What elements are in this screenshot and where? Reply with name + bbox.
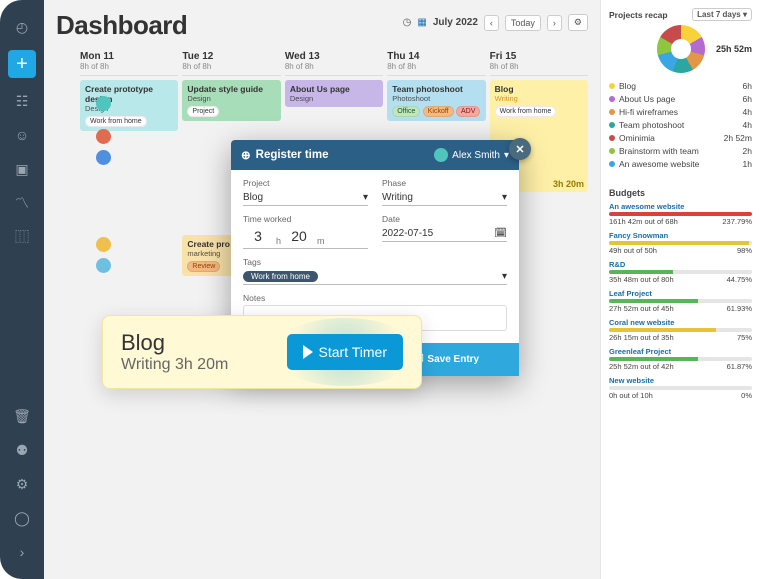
notes-label: Notes (243, 293, 507, 303)
phase-label: Phase (382, 178, 507, 188)
legend-item[interactable]: Team photoshoot4h (609, 118, 752, 131)
recap-title: Projects recap (609, 10, 668, 20)
avatar (434, 148, 448, 162)
budget-item[interactable]: Leaf Project27h 52m out of 45h61.93% (609, 289, 752, 313)
chip: Work from home (495, 106, 557, 117)
month-label: July (433, 17, 453, 28)
calendar-icon[interactable]: ◷ (403, 17, 412, 28)
legend-item[interactable]: An awesome website1h (609, 157, 752, 170)
avatar-dot[interactable] (96, 258, 111, 273)
task-card[interactable]: Create prototype designDesignWork from h… (80, 80, 178, 131)
avatar-dot[interactable] (96, 150, 111, 165)
chevron-down-icon: ▾ (502, 271, 507, 282)
chip: ADV (456, 106, 480, 117)
task-card[interactable]: Team photoshootPhotoshoot Office Kickoff… (387, 80, 485, 121)
project-select[interactable]: Blog▾ (243, 190, 368, 206)
budget-item[interactable]: An awesome website161h 42m out of 68h237… (609, 202, 752, 226)
legend-item[interactable]: Brainstorm with team2h (609, 144, 752, 157)
report-icon[interactable]: ⿲ (9, 224, 35, 250)
chevron-right-icon[interactable]: › (9, 539, 35, 565)
day-header-wed: Wed 138h of 8h (285, 49, 383, 76)
project-label: Project (243, 178, 368, 188)
settings-gear-icon[interactable]: ⚙ (568, 14, 588, 31)
row-avatars (96, 96, 111, 273)
user-name: Alex Smith (452, 150, 500, 161)
budget-item[interactable]: Fancy Snowman49h out of 50h98% (609, 231, 752, 255)
budget-item[interactable]: Greenleaf Project25h 52m out of 42h61.87… (609, 347, 752, 371)
legend-item[interactable]: Ominimia2h 52m (609, 131, 752, 144)
clock-icon[interactable]: ◴ (9, 14, 35, 40)
day-header-thu: Thu 148h of 8h (387, 49, 485, 76)
day-header-mon: Mon 118h of 8h (80, 49, 178, 76)
legend: Blog6hAbout Us page6hHi-fi wireframes4hT… (609, 79, 752, 170)
range-select[interactable]: Last 7 days ▾ (692, 8, 752, 21)
duration-label: 3h 20m (553, 179, 584, 189)
time-worked-label: Time worked (243, 214, 368, 224)
timer-banner: Blog Writing 3h 20m Start Timer (102, 315, 422, 389)
avatar-dot[interactable] (96, 237, 111, 252)
task-card[interactable]: Update style guideDesignProject (182, 80, 280, 121)
start-timer-button[interactable]: Start Timer (287, 334, 403, 370)
basket-icon[interactable]: 🗑 (9, 403, 35, 429)
timer-title: Blog (121, 330, 287, 356)
day-header-fri: Fri 158h of 8h (490, 49, 588, 76)
team-icon[interactable]: ⚉ (9, 437, 35, 463)
close-button[interactable]: ✕ (509, 138, 531, 160)
legend-item[interactable]: Hi-fi wireframes4h (609, 105, 752, 118)
chevron-down-icon: ▾ (502, 192, 507, 203)
start-timer-label: Start Timer (319, 344, 387, 360)
chip: Project (187, 106, 219, 117)
timer-subtitle: Writing 3h 20m (121, 356, 287, 374)
add-button[interactable]: + (8, 50, 36, 78)
day-header-tue: Tue 128h of 8h (182, 49, 280, 76)
date-input[interactable]: 2022-07-15🗓 (382, 226, 507, 242)
next-week-button[interactable]: › (547, 15, 562, 31)
plus-circle-icon: ⊕ (241, 148, 251, 162)
budgets-title: Budgets (609, 188, 752, 198)
avatar[interactable] (96, 96, 111, 111)
year-label: 2022 (456, 17, 478, 28)
date-label: Date (382, 214, 507, 224)
outlook-icon[interactable]: ▦ (417, 17, 426, 28)
budget-item[interactable]: New website0h out of 10h0% (609, 376, 752, 400)
today-button[interactable]: Today (505, 15, 541, 31)
gear-icon[interactable]: ⚙ (9, 471, 35, 497)
task-card[interactable]: About Us pageDesign (285, 80, 383, 107)
left-nav-rail: ◴ + ☷ ☺ ▣ 〽 ⿲ 🗑 ⚉ ⚙ ◯ › (0, 0, 44, 579)
bars-icon[interactable]: ☷ (9, 88, 35, 114)
pie-chart (657, 25, 705, 73)
chart-icon[interactable]: 〽 (9, 190, 35, 216)
briefcase-icon[interactable]: ▣ (9, 156, 35, 182)
tags-input[interactable]: Work from home ▾ (243, 269, 507, 285)
avatar-dot[interactable] (96, 129, 111, 144)
legend-item[interactable]: Blog6h (609, 79, 752, 92)
toolbar: ◷ ▦ July 2022 ‹ Today › ⚙ (403, 14, 588, 31)
right-panel: Projects recap Last 7 days ▾ 25h 52m Blo… (600, 0, 760, 579)
hours-input[interactable] (243, 226, 273, 246)
minutes-input[interactable] (284, 226, 314, 246)
play-icon (303, 345, 313, 359)
phase-select[interactable]: Writing▾ (382, 190, 507, 206)
tags-label: Tags (243, 257, 507, 267)
chip: Office (392, 106, 420, 117)
chip: Work from home (85, 116, 147, 127)
prev-week-button[interactable]: ‹ (484, 15, 499, 31)
user-select[interactable]: Alex Smith ▾ (434, 148, 509, 162)
pie-total: 25h 52m (716, 44, 752, 54)
budget-item[interactable]: R&D35h 48m out of 80h44.75% (609, 260, 752, 284)
tag-pill[interactable]: Work from home (243, 271, 318, 282)
chip: Kickoff (423, 106, 454, 117)
modal-title: Register time (256, 149, 329, 161)
chip: Review (187, 261, 220, 272)
budget-item[interactable]: Coral new website26h 15m out of 35h75% (609, 318, 752, 342)
chevron-down-icon: ▾ (363, 192, 368, 203)
legend-item[interactable]: About Us page6h (609, 92, 752, 105)
calendar-icon[interactable]: 🗓 (494, 228, 507, 239)
people-icon[interactable]: ☺ (9, 122, 35, 148)
user-icon[interactable]: ◯ (9, 505, 35, 531)
